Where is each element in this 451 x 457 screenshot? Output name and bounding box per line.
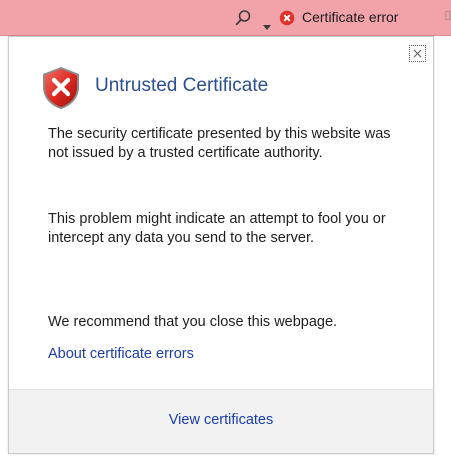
view-certificates-button[interactable]: View certificates [169,412,274,428]
shield-error-icon[interactable] [279,10,295,26]
certificate-error-page: Certificate error ⌷ × Untrusted Certific… [0,0,451,457]
certificate-error-popup: × Untrusted Certificate The security cer… [8,36,434,454]
popup-header: Untrusted Certificate [39,65,399,109]
search-icon[interactable] [234,9,252,27]
certificate-error-button[interactable]: Certificate error [302,9,398,25]
shield-error-icon [39,65,83,111]
close-button[interactable]: × [409,45,426,62]
risk-explanation-text: This problem might indicate an attempt t… [48,211,386,246]
address-bar: Certificate error ⌷ [0,0,451,36]
issuer-explanation-text: The security certificate presented by th… [48,126,391,161]
recommendation-text: We recommend that you close this webpage… [48,314,338,330]
about-certificate-errors-link[interactable]: About certificate errors [48,346,194,362]
popup-title: Untrusted Certificate [95,75,269,96]
chevron-down-icon[interactable] [263,16,271,30]
close-icon: × [411,45,424,62]
toolbar-overflow-icon: ⌷ [444,9,451,24]
popup-footer: View certificates [9,389,433,453]
